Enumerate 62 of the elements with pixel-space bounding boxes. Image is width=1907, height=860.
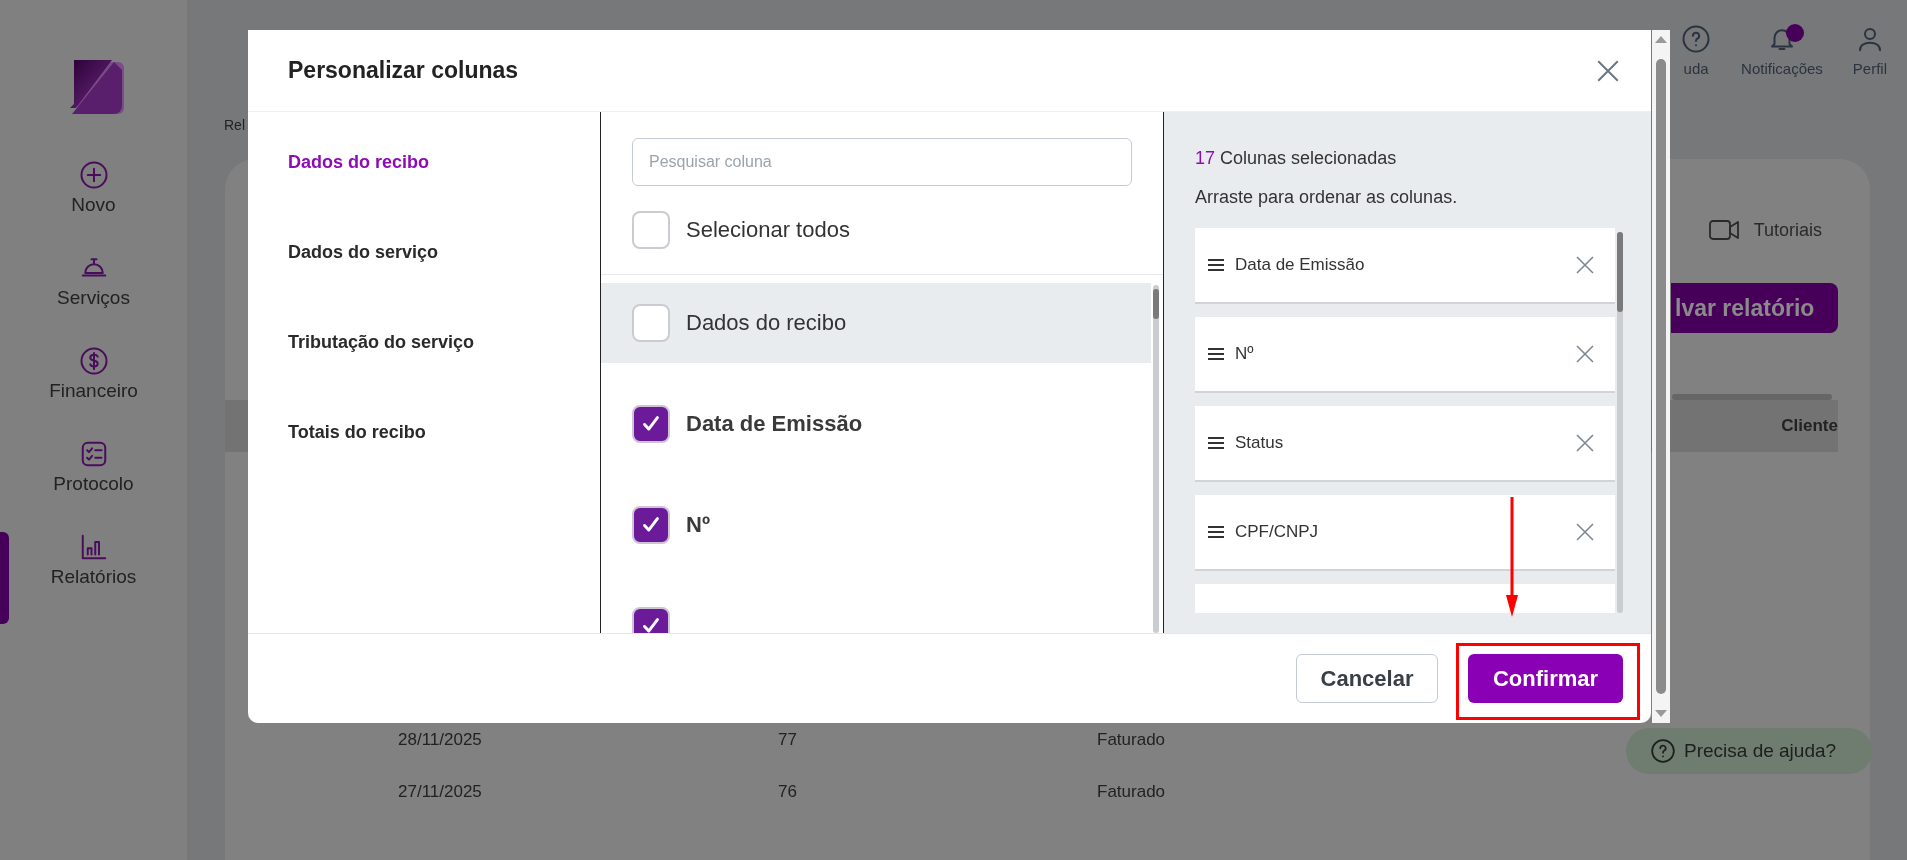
checkbox-label[interactable]: Dados do recibo — [686, 310, 847, 336]
checkbox[interactable] — [632, 404, 670, 443]
scrollbar[interactable] — [1652, 30, 1670, 723]
category-tab[interactable]: Dados do recibo — [288, 152, 600, 174]
search-field[interactable]: Pesquisar coluna — [632, 138, 1132, 186]
help-icon — [1650, 738, 1676, 764]
column-card[interactable]: Nº — [1195, 317, 1615, 393]
tutorials-link[interactable]: Tutoriais — [1753, 219, 1822, 241]
table-cell-text: 27/11/2025 — [398, 782, 483, 802]
help-button[interactable]: Precisa de ajuda? — [1626, 728, 1872, 774]
category-tab[interactable]: Dados do serviço — [288, 242, 600, 264]
checkbox-label[interactable]: Selecionar todos — [686, 217, 850, 243]
checkbox[interactable] — [632, 505, 670, 544]
table-cell-text: Faturado — [1097, 730, 1167, 750]
close-icon — [1575, 433, 1595, 453]
close-icon — [1575, 522, 1595, 542]
confirm-button[interactable]: Confirmar — [1468, 654, 1623, 703]
column-card[interactable]: CPF/CNPJ — [1195, 495, 1615, 571]
hint-text: Arraste para ordenar as colunas. — [1195, 187, 1459, 208]
column-card[interactable]: Status — [1195, 406, 1615, 482]
dialog-title: Personalizar colunas — [288, 57, 519, 84]
remove-button[interactable] — [1575, 344, 1595, 364]
nav-item[interactable]: Protocolo — [0, 439, 187, 532]
nav-item[interactable]: Novo — [0, 160, 187, 253]
drag-handle-icon — [1207, 436, 1225, 450]
table-cell-text: 76 — [778, 782, 798, 802]
category-tab[interactable]: Tributação do serviço — [288, 332, 600, 354]
column-header: Cliente — [1781, 416, 1838, 436]
column-label: CPF/CNPJ — [1235, 522, 1320, 542]
remove-button[interactable] — [1575, 522, 1595, 542]
help-icon — [1681, 24, 1712, 54]
table-cell-text: 77 — [778, 730, 798, 750]
plus-circle-icon — [78, 160, 109, 190]
category-tab[interactable]: Totais do recibo — [288, 422, 600, 444]
drag-handle-icon — [1207, 525, 1225, 539]
drag-handle-icon — [1207, 347, 1225, 361]
dollar-icon — [78, 346, 109, 376]
column-label: Data de Emissão — [1235, 255, 1366, 275]
table-cell-text: Faturado — [1097, 782, 1167, 802]
video-camera-icon — [1707, 219, 1740, 241]
drag-handle-icon — [1207, 258, 1225, 272]
cancel-button[interactable]: Cancelar — [1296, 654, 1438, 703]
checkbox[interactable] — [632, 606, 670, 633]
remove-button[interactable] — [1575, 433, 1595, 453]
remove-button[interactable] — [1575, 255, 1595, 275]
table-cell-text: 28/11/2025 — [398, 730, 483, 750]
nav-item[interactable]: Relatórios — [0, 532, 187, 625]
save-report-button[interactable]: lvar relatório — [1671, 283, 1838, 333]
scrollbar[interactable] — [1153, 285, 1159, 633]
close-icon — [1575, 344, 1595, 364]
checkbox-label[interactable]: Nº — [686, 511, 710, 538]
nav-item[interactable]: Financeiro — [0, 346, 187, 439]
selected-count: 17 Colunas selecionadas — [1195, 148, 1398, 169]
checkbox[interactable] — [632, 304, 670, 342]
nav-item[interactable]: Serviços — [0, 253, 187, 346]
column-label: Nº — [1235, 344, 1255, 364]
checkbox[interactable] — [632, 211, 670, 249]
close-icon — [1575, 255, 1595, 275]
checkbox-label[interactable]: Data de Emissão — [686, 410, 863, 437]
column-card[interactable]: Data de Emissão — [1195, 228, 1615, 304]
column-label: Status — [1235, 433, 1285, 453]
scrollbar[interactable] — [1617, 232, 1623, 613]
